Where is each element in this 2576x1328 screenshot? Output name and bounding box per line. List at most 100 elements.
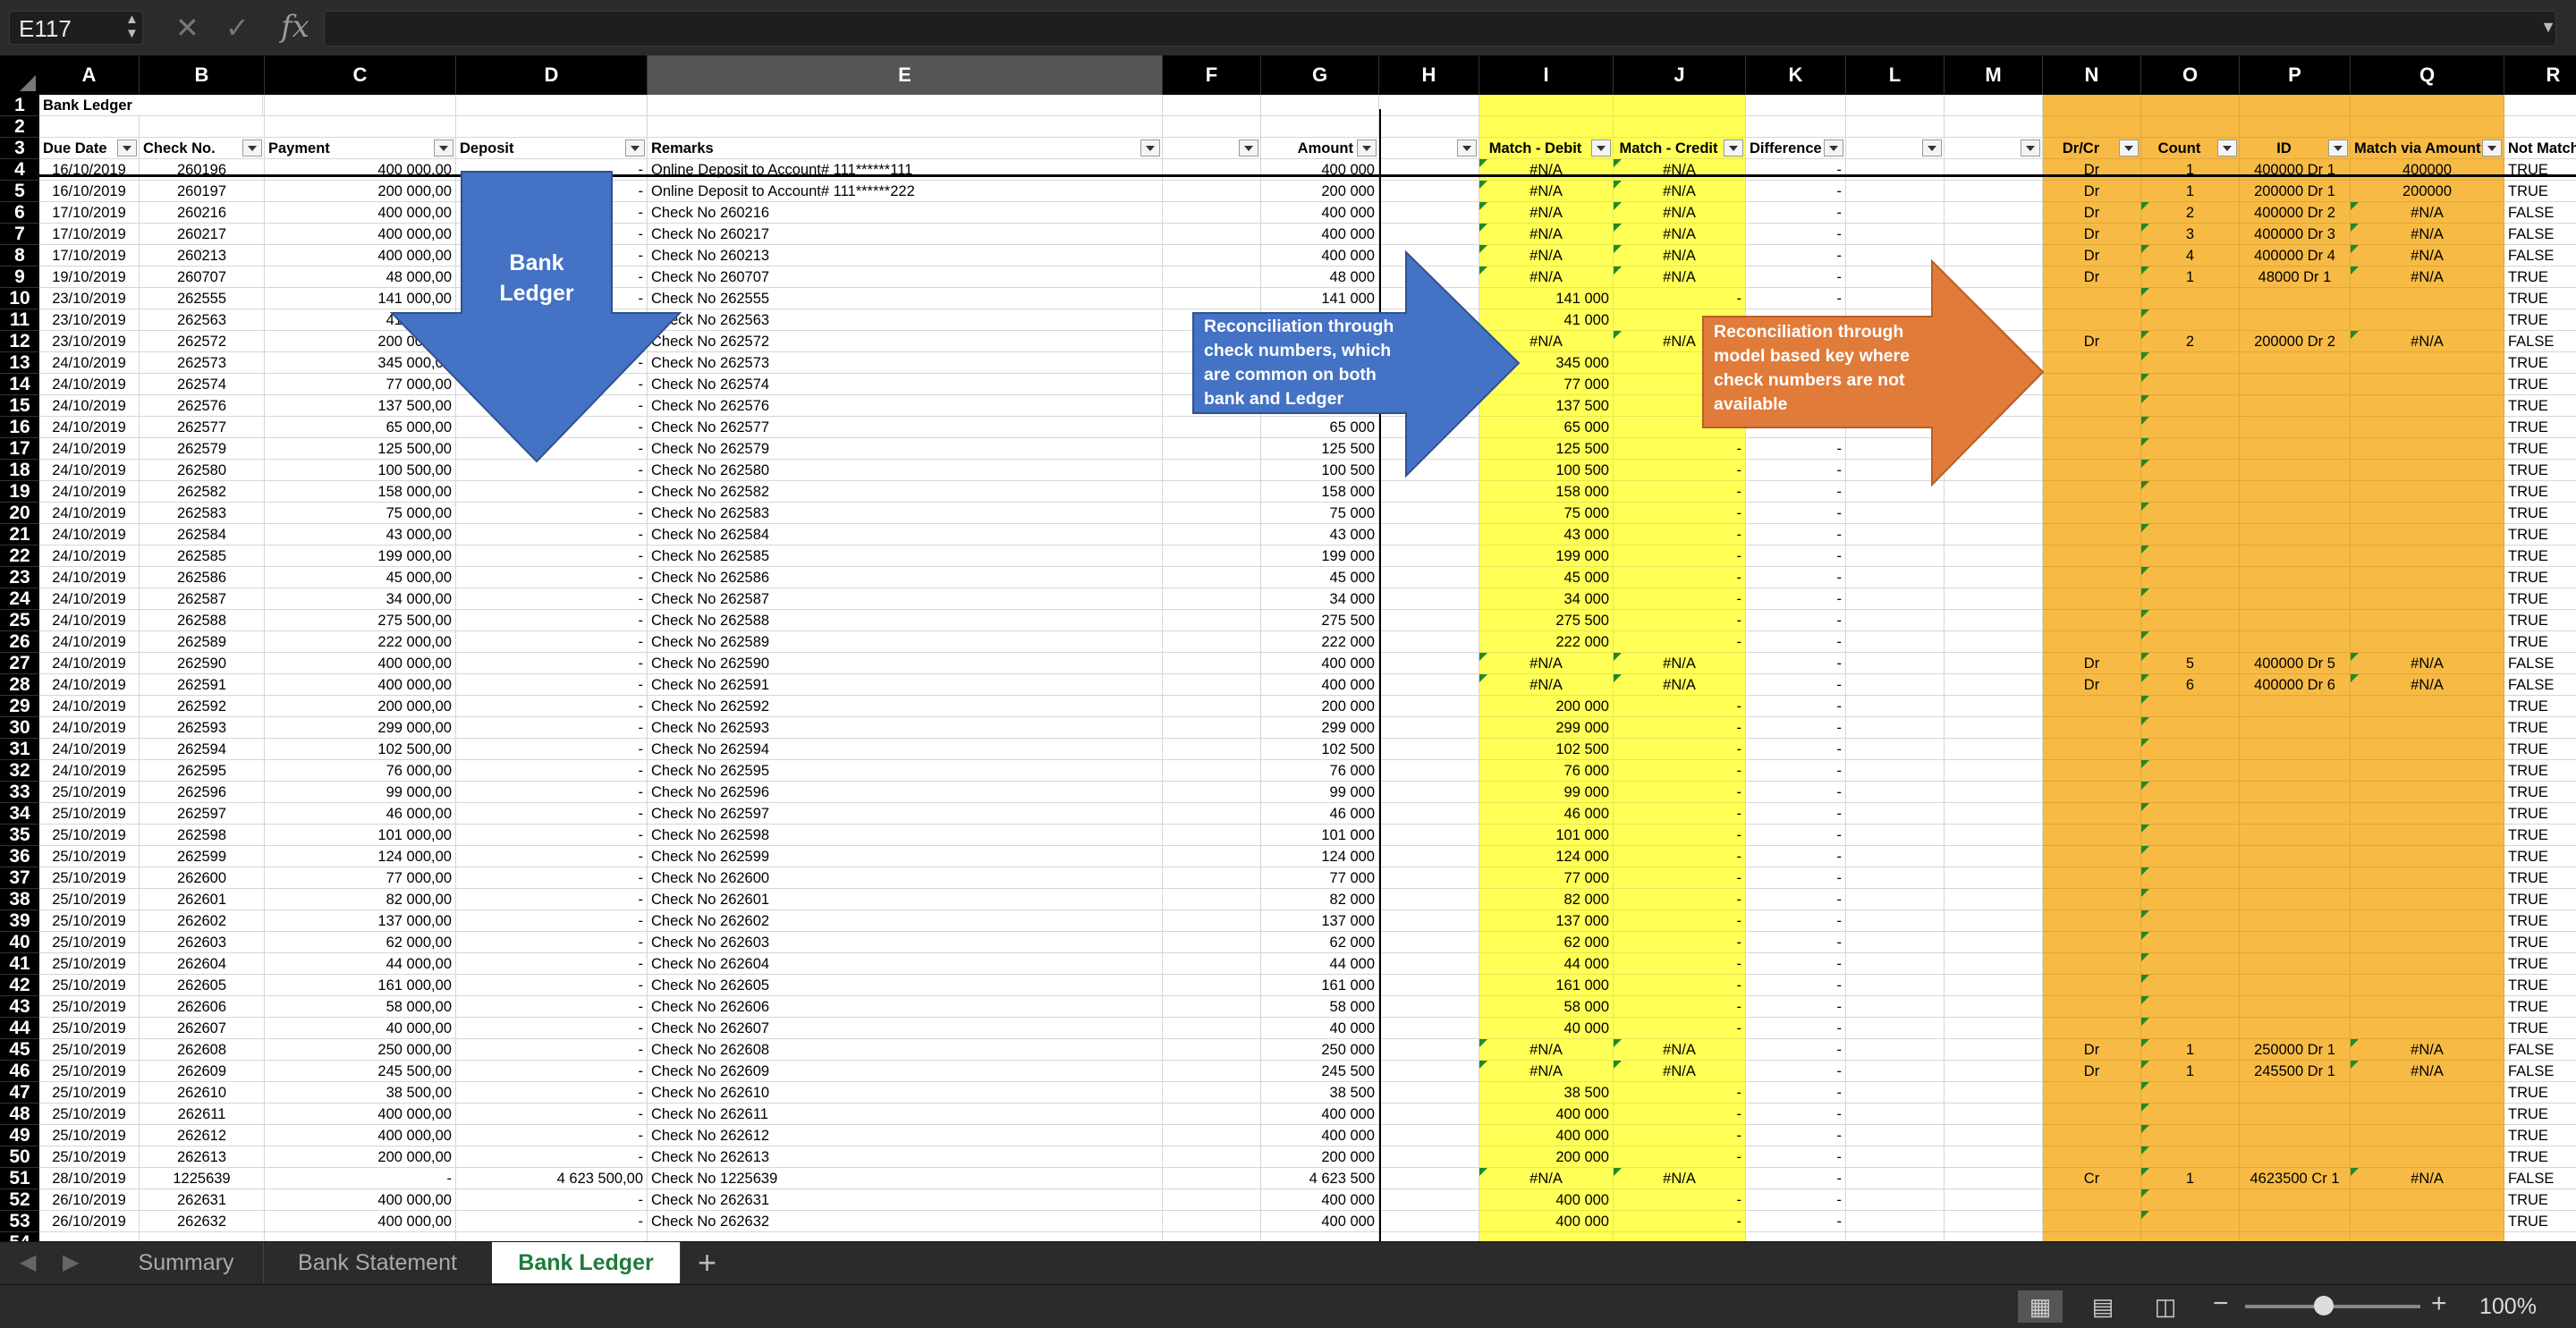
cell-m[interactable] — [1945, 846, 2043, 867]
cell-m[interactable] — [1945, 202, 2043, 224]
cell-p[interactable] — [2240, 546, 2351, 567]
cell-o[interactable] — [2141, 481, 2240, 503]
cancel-icon[interactable]: ✕ — [175, 11, 199, 45]
cell-f[interactable] — [1163, 159, 1261, 181]
cell-h[interactable] — [1379, 653, 1479, 674]
cell-l[interactable] — [1846, 1211, 1945, 1232]
cell-j[interactable]: - — [1614, 996, 1746, 1018]
cell-b[interactable]: 262610 — [140, 1082, 265, 1104]
column-filter-header[interactable]: Remarks — [648, 138, 1163, 159]
cell-q[interactable] — [2351, 417, 2504, 438]
cell-n[interactable] — [2043, 996, 2141, 1018]
cell-q[interactable] — [2351, 696, 2504, 717]
cell-r[interactable]: TRUE — [2504, 266, 2576, 288]
cell-j[interactable]: - — [1614, 588, 1746, 610]
cell-n[interactable] — [2043, 825, 2141, 846]
cell-p[interactable] — [2240, 760, 2351, 782]
cell-c[interactable]: 250 000,00 — [265, 1039, 456, 1061]
cell-l[interactable] — [1846, 739, 1945, 760]
cell-j[interactable]: - — [1614, 889, 1746, 910]
cell-q[interactable] — [2351, 631, 2504, 653]
cell-r[interactable]: TRUE — [2504, 782, 2576, 803]
cell-c[interactable]: - — [265, 1168, 456, 1189]
cell-a[interactable]: 24/10/2019 — [39, 739, 140, 760]
filter-dropdown-icon[interactable] — [117, 140, 137, 156]
cell-r[interactable]: TRUE — [2504, 374, 2576, 395]
cell-r[interactable]: FALSE — [2504, 653, 2576, 674]
cell-l[interactable] — [1846, 803, 1945, 825]
cell-j[interactable]: - — [1614, 1082, 1746, 1104]
cell-l[interactable] — [1846, 1146, 1945, 1168]
cell-f[interactable] — [1163, 975, 1261, 996]
column-header-d[interactable]: D — [456, 55, 648, 95]
cell-f[interactable] — [1163, 524, 1261, 546]
column-header-c[interactable]: C — [265, 55, 456, 95]
cell-j[interactable]: - — [1614, 1125, 1746, 1146]
cell-d[interactable]: - — [456, 1039, 648, 1061]
cell-q[interactable] — [2351, 374, 2504, 395]
cell-a[interactable]: 24/10/2019 — [39, 352, 140, 374]
cell-b[interactable]: 262585 — [140, 546, 265, 567]
cell-e[interactable]: Check No 262603 — [648, 932, 1163, 953]
row-header[interactable]: 7 — [0, 224, 39, 245]
cell-q[interactable]: #N/A — [2351, 331, 2504, 352]
cell-a[interactable]: 25/10/2019 — [39, 889, 140, 910]
column-filter-header[interactable]: Not Match — [2504, 138, 2576, 159]
cell-e[interactable]: Check No 262583 — [648, 503, 1163, 524]
column-filter-header[interactable]: Match - Debit — [1479, 138, 1614, 159]
cell-k[interactable]: - — [1746, 224, 1846, 245]
row-header[interactable]: 40 — [0, 932, 39, 953]
cell-d[interactable]: - — [456, 1018, 648, 1039]
cell-b[interactable]: 262593 — [140, 717, 265, 739]
cell-i[interactable]: 400 000 — [1479, 1211, 1614, 1232]
cell-l[interactable] — [1846, 524, 1945, 546]
cell-g[interactable]: 400 000 — [1261, 1211, 1379, 1232]
filter-dropdown-icon[interactable] — [1457, 140, 1477, 156]
cell-a[interactable]: 17/10/2019 — [39, 202, 140, 224]
cell-i[interactable]: 77 000 — [1479, 867, 1614, 889]
cell-e[interactable]: Check No 262631 — [648, 1189, 1163, 1211]
cell-b[interactable]: 262589 — [140, 631, 265, 653]
cell-j[interactable]: - — [1614, 1104, 1746, 1125]
cell-e[interactable]: Check No 262574 — [648, 374, 1163, 395]
row-header[interactable]: 13 — [0, 352, 39, 374]
cell-o[interactable]: 1 — [2141, 159, 2240, 181]
cell-p[interactable] — [2240, 1232, 2351, 1241]
cell-g[interactable] — [1261, 1232, 1379, 1241]
cell-d[interactable]: - — [456, 1146, 648, 1168]
cell-i[interactable]: 34 000 — [1479, 588, 1614, 610]
cell-p[interactable] — [2240, 932, 2351, 953]
cell-e[interactable]: Check No 262585 — [648, 546, 1163, 567]
cell-f[interactable] — [1163, 825, 1261, 846]
cell-e[interactable]: Check No 262607 — [648, 1018, 1163, 1039]
cell-r[interactable]: TRUE — [2504, 546, 2576, 567]
cell-h[interactable] — [1379, 546, 1479, 567]
cell-h[interactable] — [1379, 782, 1479, 803]
cell-l[interactable] — [1846, 1018, 1945, 1039]
cell-p[interactable]: 250000 Dr 1 — [2240, 1039, 2351, 1061]
cell-o[interactable] — [2141, 588, 2240, 610]
row-header[interactable]: 48 — [0, 1104, 39, 1125]
cell-b[interactable]: 262601 — [140, 889, 265, 910]
cell-q[interactable]: #N/A — [2351, 653, 2504, 674]
cell-q[interactable]: #N/A — [2351, 1168, 2504, 1189]
cell-o[interactable] — [2141, 352, 2240, 374]
cell-n[interactable] — [2043, 889, 2141, 910]
cell-b[interactable]: 262603 — [140, 932, 265, 953]
cell-c[interactable]: 400 000,00 — [265, 1189, 456, 1211]
cell-o[interactable] — [2141, 116, 2240, 138]
cell-r[interactable]: TRUE — [2504, 953, 2576, 975]
cell-l[interactable] — [1846, 546, 1945, 567]
cell-p[interactable]: 400000 Dr 5 — [2240, 653, 2351, 674]
cell-q[interactable] — [2351, 567, 2504, 588]
cell-m[interactable] — [1945, 910, 2043, 932]
cell-j[interactable]: - — [1614, 1211, 1746, 1232]
cell-a[interactable] — [39, 1232, 140, 1241]
filter-dropdown-icon[interactable] — [625, 140, 645, 156]
cell-n[interactable] — [2043, 975, 2141, 996]
cell-h[interactable] — [1379, 932, 1479, 953]
cell-q[interactable] — [2351, 288, 2504, 309]
cell-r[interactable]: TRUE — [2504, 181, 2576, 202]
cell-g[interactable]: 58 000 — [1261, 996, 1379, 1018]
cell-h[interactable] — [1379, 1189, 1479, 1211]
